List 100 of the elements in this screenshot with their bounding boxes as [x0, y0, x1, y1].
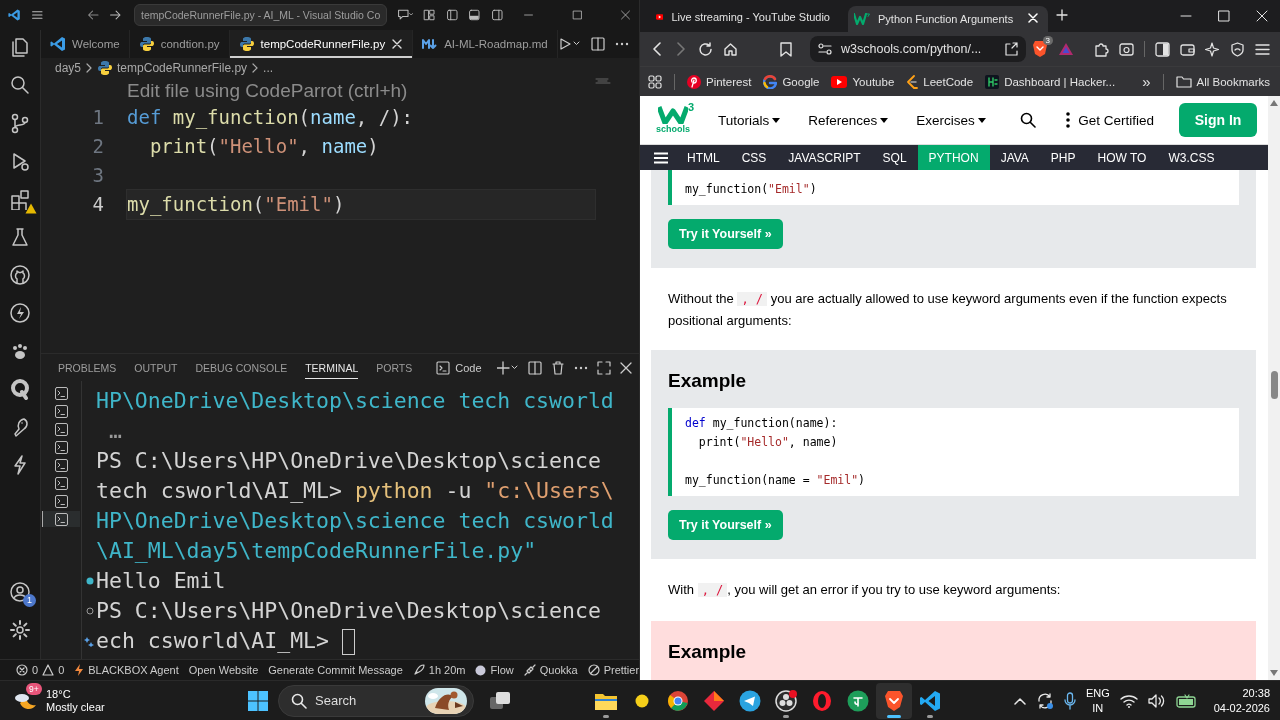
status-item[interactable]: Quokka [523, 664, 578, 676]
taskbar-app[interactable] [876, 682, 912, 719]
more-vertical-icon[interactable] [1065, 112, 1070, 128]
cat-icon[interactable] [9, 264, 31, 286]
menu-icon[interactable] [654, 151, 668, 164]
settings-icon[interactable] [9, 619, 31, 641]
all-bookmarks-folder[interactable]: All Bookmarks [1175, 75, 1270, 88]
bolt-circle-icon[interactable] [9, 302, 31, 324]
screenshot-icon[interactable] [1119, 41, 1134, 57]
sidebar-icon[interactable] [1155, 41, 1170, 57]
flask-icon[interactable] [9, 226, 31, 248]
bookmark[interactable]: Dashboard | Hacker... [985, 74, 1116, 89]
nav-menu[interactable]: References [808, 112, 889, 128]
search-box[interactable]: Search [278, 684, 474, 717]
add-icon[interactable] [496, 360, 519, 375]
panel-tab[interactable]: PORTS [376, 356, 413, 379]
ring-logo-icon[interactable] [9, 378, 31, 400]
extensions-icon[interactable] [9, 188, 31, 210]
forward-icon[interactable] [674, 42, 688, 56]
files-icon[interactable] [9, 36, 31, 58]
layout-icon[interactable] [423, 7, 436, 23]
bookmark[interactable]: Pinterest [687, 74, 752, 89]
topic-tab[interactable]: CSS [730, 145, 778, 170]
maximize-icon[interactable] [596, 360, 611, 375]
browser-tab[interactable]: Live streaming - YouTube Studio [650, 6, 840, 32]
scroll-up-icon[interactable] [1270, 100, 1278, 106]
trash-icon[interactable] [550, 360, 565, 375]
nav-menu[interactable]: Tutorials [718, 112, 781, 128]
site-settings-icon[interactable] [818, 43, 832, 55]
share-icon[interactable] [1004, 42, 1018, 56]
maximize-icon[interactable] [1218, 10, 1230, 22]
new-tab-icon[interactable] [1056, 9, 1068, 21]
topic-tab[interactable]: HOW TO [1086, 145, 1158, 170]
topic-tab[interactable]: JAVA [989, 145, 1040, 170]
panel-tab[interactable]: PROBLEMS [58, 356, 117, 379]
sparkle-icon[interactable] [1205, 41, 1220, 57]
problems-status[interactable]: 0 0 [16, 664, 65, 676]
get-certified-link[interactable]: Get Certified [1078, 112, 1154, 128]
account-icon[interactable] [9, 581, 31, 603]
terminal-instance[interactable] [42, 511, 80, 527]
command-dot[interactable] [86, 607, 94, 615]
panel-tab[interactable]: TERMINAL [305, 356, 359, 379]
chevron-up-icon[interactable] [1013, 696, 1026, 705]
topic-tab[interactable]: JAVASCRIPT [777, 145, 872, 170]
status-item[interactable]: Generate Commit Message [268, 664, 403, 676]
search-icon[interactable] [1019, 112, 1036, 128]
secondary-sidebar-icon[interactable] [490, 7, 504, 23]
search-icon[interactable] [9, 74, 31, 96]
scrollbar-thumb[interactable] [1270, 371, 1278, 399]
wallet-icon[interactable] [1180, 41, 1195, 57]
breadcrumb-item[interactable]: day5 [55, 61, 82, 75]
close-icon[interactable] [391, 38, 404, 50]
apps-grid-icon[interactable] [648, 74, 662, 89]
maximize-icon[interactable] [571, 8, 583, 22]
volume-icon[interactable] [1147, 693, 1166, 708]
nav-menu[interactable]: Exercises [916, 112, 986, 128]
source-control-icon[interactable] [9, 112, 31, 134]
status-item[interactable]: 1h 20m [412, 664, 466, 676]
address-bar[interactable]: w3schools.com/python/... [810, 36, 1026, 62]
back-icon[interactable] [650, 42, 664, 56]
command-success-dot[interactable] [86, 577, 94, 585]
breadcrumb-item[interactable]: ... [263, 61, 274, 75]
close-icon[interactable] [1256, 10, 1268, 22]
bookmark[interactable]: Google [763, 74, 820, 89]
topic-tab[interactable]: W3.CSS [1157, 145, 1226, 170]
sidebar-toggle-icon[interactable] [445, 7, 459, 23]
extensions-icon[interactable] [1094, 41, 1109, 57]
close-icon[interactable] [619, 361, 632, 374]
reload-icon[interactable] [698, 41, 713, 57]
panel-tab[interactable]: DEBUG CONSOLE [195, 356, 288, 379]
run-icon[interactable] [559, 37, 581, 51]
panel-toggle-icon[interactable] [468, 7, 481, 23]
command-center[interactable]: tempCodeRunnerFile.py - AI_ML - Visual Studio Co [134, 4, 388, 26]
status-item[interactable]: Prettier [587, 664, 639, 676]
status-item[interactable]: Flow [475, 664, 514, 676]
split-editor-icon[interactable] [591, 37, 605, 51]
more-bookmarks-button[interactable]: » [1142, 73, 1151, 90]
vpn-shield-icon[interactable] [1230, 41, 1245, 57]
lion-shield-icon[interactable] [1032, 40, 1048, 58]
clock[interactable]: 20:38 04-02-2026 [1213, 685, 1270, 716]
home-icon[interactable] [723, 41, 738, 57]
bookmark[interactable]: Youtube [831, 75, 895, 88]
sync-icon[interactable] [1035, 691, 1054, 710]
breadcrumb-item[interactable]: tempCodeRunnerFile.py [117, 61, 248, 75]
sparkle-icon[interactable] [84, 637, 94, 647]
bookmark-icon[interactable] [780, 41, 792, 57]
browser-tab[interactable]: Python Function Arguments [848, 6, 1048, 32]
bookmark[interactable]: LeetCode [906, 74, 974, 89]
menu-icon[interactable] [1255, 41, 1270, 57]
editor-tab[interactable]: tempCodeRunnerFile.py [229, 30, 414, 58]
language-indicator[interactable]: ENG IN [1085, 685, 1110, 716]
status-item[interactable]: BLACKBOX Agent [74, 664, 179, 676]
topic-tab[interactable]: SQL [871, 145, 918, 170]
topic-tab[interactable]: HTML [676, 145, 731, 170]
microphone-icon[interactable] [1063, 691, 1076, 710]
wifi-icon[interactable] [1119, 693, 1138, 708]
topic-tab[interactable]: PHP [1039, 145, 1087, 170]
back-arrow-icon[interactable] [86, 7, 100, 23]
terminal-name[interactable]: Code [430, 359, 488, 376]
battery-icon[interactable] [1175, 693, 1198, 708]
